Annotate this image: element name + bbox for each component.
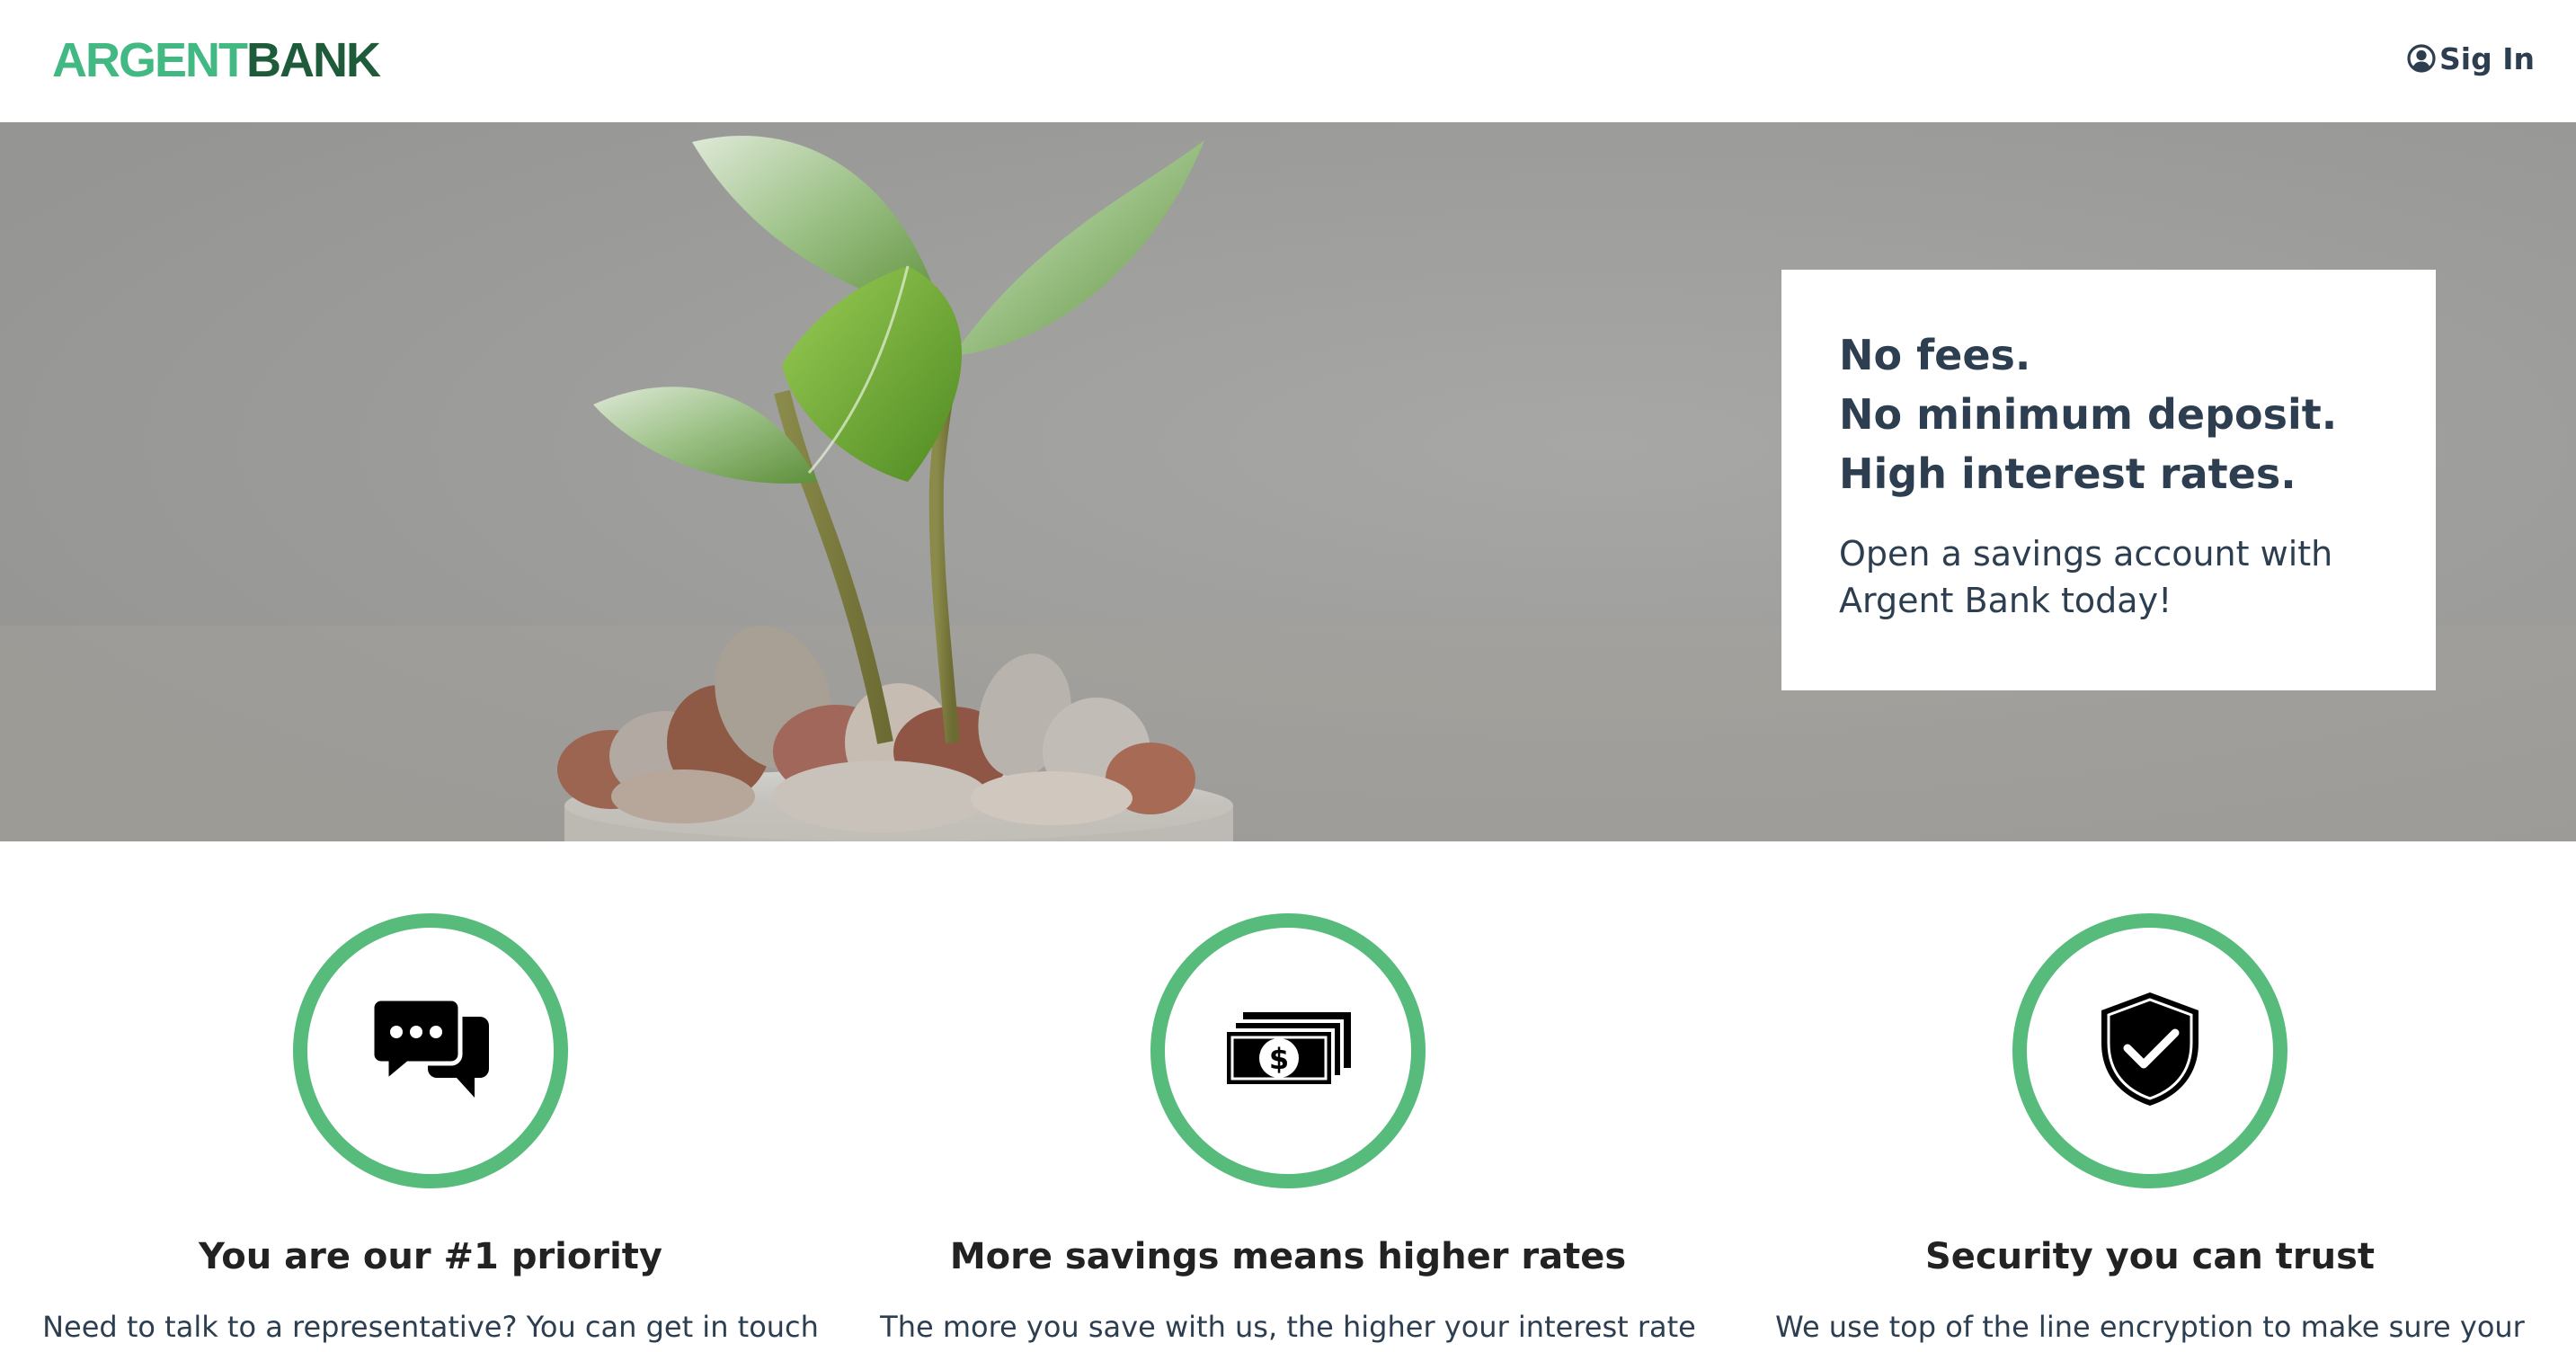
features-section: You are our #1 priority Need to talk to … xyxy=(0,841,2576,1352)
hero-headline-1: No fees. xyxy=(1839,331,2031,379)
feature-description: The more you save with us, the higher yo… xyxy=(880,1310,1696,1344)
money-bills-icon: $ xyxy=(1223,1012,1351,1090)
feature-title: More savings means higher rates xyxy=(949,1236,1627,1277)
feature-item: You are our #1 priority Need to talk to … xyxy=(0,841,862,1352)
logo[interactable]: ARGENT BANK xyxy=(52,31,381,90)
feature-icon-circle: $ xyxy=(1150,913,1426,1188)
feature-description: We use top of the line encryption to mak… xyxy=(1775,1310,2525,1344)
feature-item: Security you can trust We use top of the… xyxy=(1719,841,2576,1352)
feature-description: Need to talk to a representative? You ca… xyxy=(42,1310,819,1344)
shield-check-icon xyxy=(2098,991,2202,1111)
hero-content-card: No fees. No minimum deposit. High intere… xyxy=(1781,270,2436,690)
feature-icon-circle xyxy=(293,913,568,1188)
feature-item: $ More savings means higher rates The mo… xyxy=(857,841,1719,1352)
hero-banner: No fees. No minimum deposit. High intere… xyxy=(0,122,2576,841)
hero-subtitle: Open a savings account with Argent Bank … xyxy=(1839,534,2333,620)
sign-in-label: Sig In xyxy=(2439,40,2535,76)
feature-icon-circle xyxy=(2012,913,2287,1188)
logo-argent: ARGENT xyxy=(52,33,248,87)
main-nav: ARGENT BANK Sig In xyxy=(0,0,2576,122)
hero-headline-2: No minimum deposit. xyxy=(1839,390,2338,439)
sign-in-link[interactable]: Sig In xyxy=(2407,36,2535,81)
logo-bank: BANK xyxy=(246,33,381,87)
feature-title: Security you can trust xyxy=(1925,1236,2375,1277)
chat-bubbles-icon xyxy=(369,996,489,1103)
feature-title: You are our #1 priority xyxy=(198,1236,662,1277)
hero-headline-3: High interest rates. xyxy=(1839,449,2296,498)
user-circle-icon xyxy=(2407,44,2436,73)
svg-text:$: $ xyxy=(1269,1042,1289,1076)
